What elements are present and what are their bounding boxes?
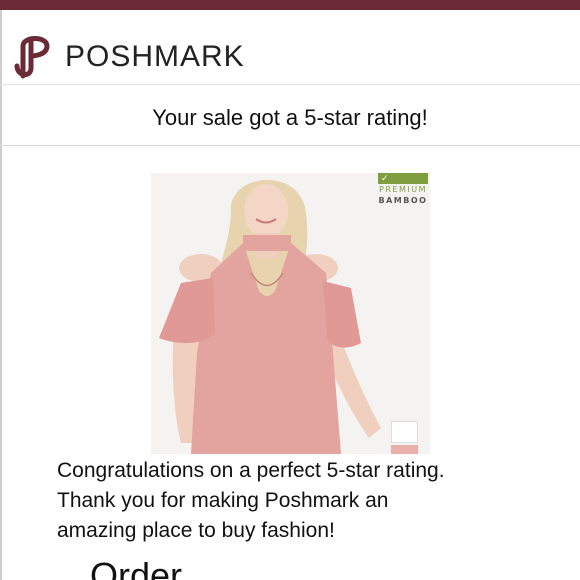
divider: [0, 145, 580, 146]
message-line: Thank you for making Poshmark an: [57, 489, 389, 512]
frame-border: [0, 10, 2, 580]
badge-line-2: BAMBOO: [378, 196, 428, 205]
pink-cold-shoulder-top-photo: [151, 173, 430, 454]
color-swatch-pink: [391, 445, 418, 454]
brand-name[interactable]: POSHMARK: [65, 40, 245, 74]
email-header: POSHMARK: [0, 10, 580, 84]
congratulations-message: Congratulations on a perfect 5-star rati…: [57, 456, 557, 546]
leaf-icon: ✓: [381, 173, 389, 183]
rating-headline: Your sale got a 5-star rating!: [152, 105, 428, 130]
poshmark-logo-icon[interactable]: [13, 32, 55, 82]
color-swatch-white: [391, 421, 418, 443]
divider: [0, 84, 580, 85]
message-line: Congratulations on a perfect 5-star rati…: [57, 459, 445, 482]
product-image[interactable]: [151, 173, 430, 454]
badge-line-1: PREMIUM: [379, 185, 427, 194]
top-accent-bar: [0, 0, 580, 10]
order-section-heading: Order: [90, 555, 183, 580]
message-line: amazing place to buy fashion!: [57, 519, 335, 542]
premium-bamboo-badge: ✓ PREMIUM BAMBOO: [378, 173, 428, 211]
